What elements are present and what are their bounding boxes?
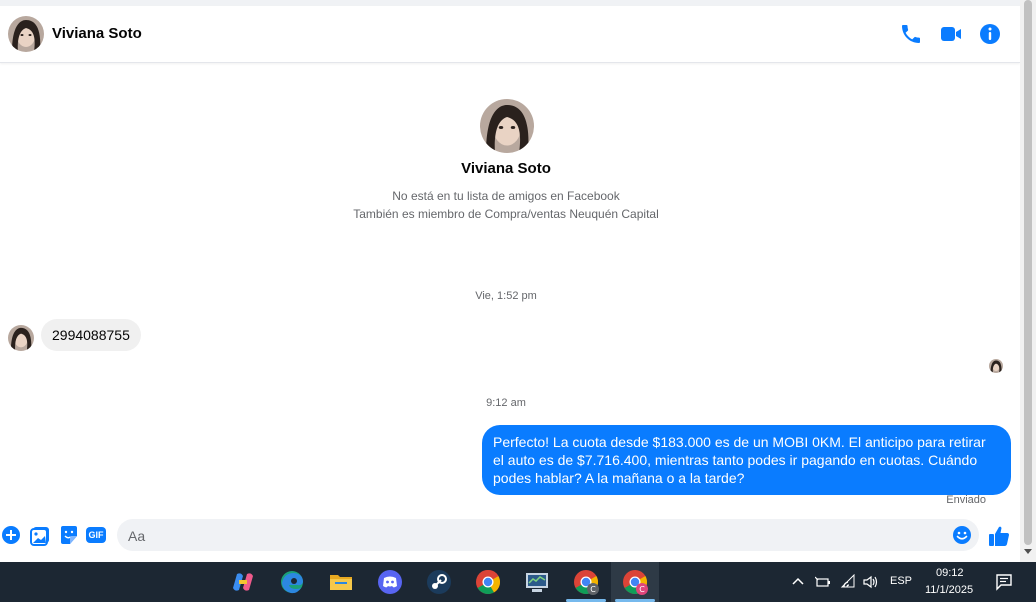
message-input-placeholder: Aa — [128, 528, 146, 544]
message-input[interactable]: Aa — [117, 519, 979, 551]
windows-taskbar: C C ESP 09:12 11/1/2025 — [0, 562, 1036, 602]
profile-friend-status: No está en tu lista de amigos en Faceboo… — [392, 189, 620, 203]
chrome-icon[interactable] — [474, 568, 502, 596]
scroll-down-arrow[interactable] — [1024, 549, 1032, 554]
emoji-icon[interactable] — [951, 524, 973, 546]
plus-icon[interactable] — [0, 524, 22, 546]
info-icon[interactable] — [978, 22, 1002, 46]
clock-date[interactable]: 11/1/2025 — [925, 584, 973, 596]
incoming-message-bubble[interactable]: 2994088755 — [41, 319, 141, 351]
chat-header: Viviana Soto — [0, 6, 1020, 63]
contact-avatar[interactable] — [8, 16, 44, 52]
read-receipt-avatar — [989, 359, 1003, 373]
outgoing-message-bubble[interactable]: Perfecto! La cuota desde $183.000 es de … — [482, 425, 1011, 495]
sticker-icon[interactable] — [58, 524, 80, 546]
image-icon[interactable] — [29, 524, 51, 546]
network-monitor-icon[interactable] — [523, 568, 551, 596]
notifications-icon[interactable] — [995, 573, 1013, 591]
messenger-window: Viviana Soto Viviana Soto No está en tu … — [0, 0, 1020, 562]
message-timestamp: 9:12 am — [486, 397, 526, 409]
gif-label: GIF — [88, 530, 104, 540]
steam-icon[interactable] — [425, 568, 453, 596]
file-explorer-icon[interactable] — [327, 568, 355, 596]
chrome-profile-c-icon[interactable]: C — [572, 568, 600, 596]
battery-icon[interactable] — [815, 574, 831, 590]
discord-icon[interactable] — [376, 568, 404, 596]
phone-icon[interactable] — [899, 22, 923, 46]
copilot-icon[interactable] — [229, 568, 257, 596]
video-icon[interactable] — [939, 22, 963, 46]
volume-icon[interactable] — [862, 574, 878, 590]
gif-icon[interactable]: GIF — [86, 527, 106, 543]
clock-time[interactable]: 09:12 — [936, 567, 964, 579]
edge-icon[interactable] — [278, 568, 306, 596]
chrome-profile-c-active-icon[interactable]: C — [621, 568, 649, 596]
wifi-icon[interactable] — [840, 574, 856, 590]
profile-name: Viviana Soto — [461, 160, 551, 177]
svg-text:C: C — [639, 585, 645, 594]
message-timestamp: Vie, 1:52 pm — [475, 290, 537, 302]
scrollbar-thumb[interactable] — [1024, 0, 1032, 545]
contact-name[interactable]: Viviana Soto — [52, 25, 142, 42]
chevron-up-icon[interactable] — [790, 574, 806, 590]
like-icon[interactable] — [987, 524, 1011, 548]
language-indicator[interactable]: ESP — [890, 575, 912, 587]
scrollbar[interactable] — [1020, 0, 1036, 562]
message-status: Enviado — [946, 494, 986, 506]
profile-group-info: También es miembro de Compra/ventas Neuq… — [353, 207, 659, 221]
svg-text:C: C — [590, 585, 596, 594]
profile-avatar[interactable] — [480, 99, 534, 153]
sender-avatar[interactable] — [8, 325, 34, 351]
